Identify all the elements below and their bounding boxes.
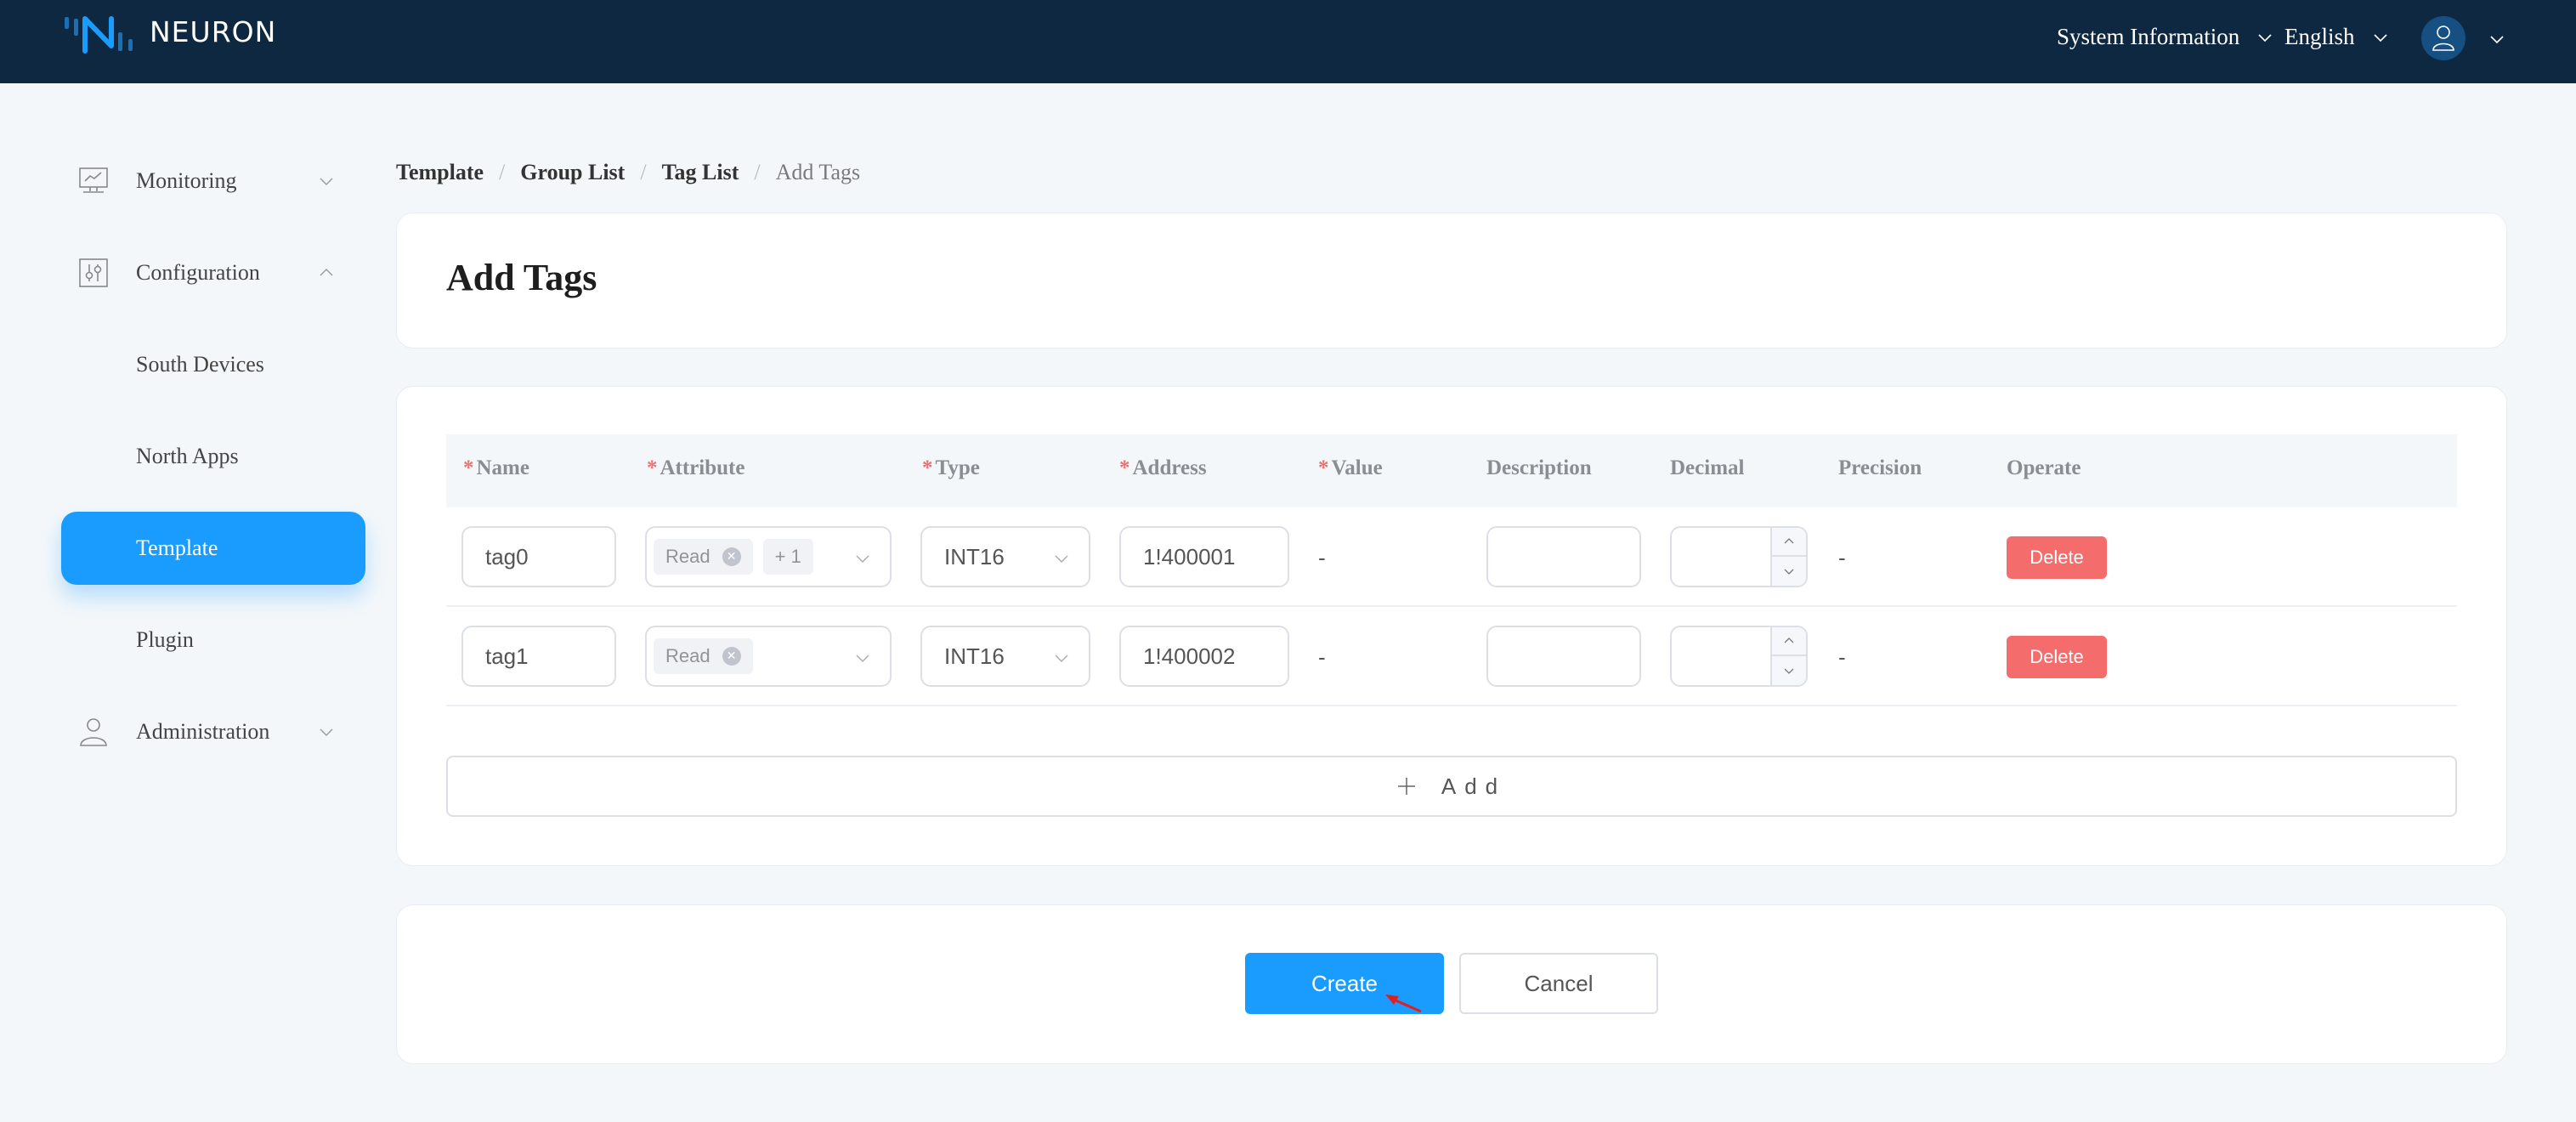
column-header-description: Description xyxy=(1486,456,1592,479)
value-cell: - xyxy=(1318,644,1326,670)
add-row-button[interactable]: Add xyxy=(446,756,2457,817)
description-input[interactable] xyxy=(1486,526,1641,587)
attribute-select[interactable]: Read ✕ + 1 xyxy=(645,526,892,587)
sidebar-item-south-devices[interactable]: South Devices xyxy=(61,328,365,401)
decimal-stepper[interactable] xyxy=(1670,626,1808,687)
language-menu[interactable]: English xyxy=(2284,24,2389,50)
decimal-stepper[interactable] xyxy=(1670,526,1808,587)
chevron-down-icon xyxy=(2373,33,2387,42)
sidebar-item-label: Configuration xyxy=(136,260,260,285)
chevron-down-icon xyxy=(856,555,869,563)
chevron-up-icon xyxy=(1784,538,1794,544)
chevron-down-icon xyxy=(2258,33,2272,42)
table-row: tag0 Read ✕ + 1 INT16 1!400001 - - Delete xyxy=(446,507,2457,607)
precision-cell: - xyxy=(1838,644,1846,670)
column-header-name: * Name xyxy=(463,456,529,479)
column-header-value: * Value xyxy=(1318,456,1383,479)
breadcrumb-separator: / xyxy=(499,160,506,184)
chevron-down-icon xyxy=(1784,569,1794,575)
column-header-attribute: * Attribute xyxy=(647,456,745,479)
sidebar-item-label: South Devices xyxy=(136,352,264,377)
breadcrumb-template[interactable]: Template xyxy=(396,160,484,185)
attribute-select[interactable]: Read ✕ xyxy=(645,626,892,687)
page-title-card: Add Tags xyxy=(396,212,2507,348)
column-header-decimal: Decimal xyxy=(1670,456,1745,479)
breadcrumb-separator: / xyxy=(754,160,761,184)
sliders-icon xyxy=(79,258,108,287)
name-input[interactable]: tag0 xyxy=(461,526,616,587)
chevron-down-icon xyxy=(1055,555,1068,563)
delete-row-button[interactable]: Delete xyxy=(2007,536,2107,579)
value-cell: - xyxy=(1318,545,1326,570)
neuron-logo-icon xyxy=(65,16,133,54)
increment-button[interactable] xyxy=(1772,627,1806,656)
remove-chip-icon[interactable]: ✕ xyxy=(722,547,741,566)
sidebar-item-label: Template xyxy=(136,536,218,560)
column-header-type: * Type xyxy=(922,456,980,479)
sidebar-item-administration[interactable]: Administration xyxy=(61,695,365,768)
user-icon xyxy=(80,718,107,746)
decrement-button[interactable] xyxy=(1772,557,1806,586)
attribute-chip: Read ✕ xyxy=(654,539,753,575)
create-button[interactable]: Create xyxy=(1245,953,1444,1014)
type-select[interactable]: INT16 xyxy=(920,626,1090,687)
system-information-label: System Information xyxy=(2057,24,2240,49)
sidebar-item-label: North Apps xyxy=(136,444,239,468)
breadcrumb-current: Add Tags xyxy=(775,160,861,184)
delete-row-button[interactable]: Delete xyxy=(2007,636,2107,678)
user-avatar[interactable] xyxy=(2421,16,2466,60)
monitor-chart-icon xyxy=(79,167,108,193)
sidebar-item-label: Administration xyxy=(136,719,270,744)
attribute-more-chip: + 1 xyxy=(762,539,813,575)
increment-button[interactable] xyxy=(1772,528,1806,557)
user-icon xyxy=(2432,26,2454,51)
chevron-up-icon xyxy=(320,269,333,276)
brand-name: NEURON xyxy=(150,15,277,48)
column-header-address: * Address xyxy=(1119,456,1207,479)
sidebar-item-label: Monitoring xyxy=(136,168,237,193)
sidebar-item-monitoring[interactable]: Monitoring xyxy=(61,144,365,218)
column-header-operate: Operate xyxy=(2007,456,2081,479)
page-title: Add Tags xyxy=(446,257,597,298)
column-header-precision: Precision xyxy=(1838,456,1922,479)
precision-cell: - xyxy=(1838,545,1846,570)
breadcrumb-separator: / xyxy=(640,160,647,184)
user-menu-chevron-icon[interactable] xyxy=(2488,31,2505,48)
sidebar-item-configuration[interactable]: Configuration xyxy=(61,236,365,309)
type-value: INT16 xyxy=(944,543,1005,570)
chevron-down-icon xyxy=(1055,654,1068,662)
address-input[interactable]: 1!400002 xyxy=(1119,626,1289,687)
sidebar-item-north-apps[interactable]: North Apps xyxy=(61,420,365,493)
chevron-down-icon xyxy=(856,654,869,662)
plus-icon xyxy=(1397,778,1415,795)
table-row: tag1 Read ✕ INT16 1!400002 - - Delete xyxy=(446,607,2457,706)
breadcrumb-group-list[interactable]: Group List xyxy=(520,160,625,185)
top-header: NEURON System Information English xyxy=(0,0,2576,83)
sidebar-item-label: Plugin xyxy=(136,627,194,652)
language-label: English xyxy=(2284,24,2355,49)
sidebar-item-plugin[interactable]: Plugin xyxy=(61,604,365,677)
sidebar-item-template[interactable]: Template xyxy=(61,512,365,585)
breadcrumb: Template / Group List / Tag List / Add T… xyxy=(396,160,860,185)
decrement-button[interactable] xyxy=(1772,656,1806,685)
name-input[interactable]: tag1 xyxy=(461,626,616,687)
system-information-menu[interactable]: System Information xyxy=(2057,24,2273,50)
tags-form-card: * Name * Attribute * Type * Address * Value D… xyxy=(396,386,2507,866)
table-header: * Name * Attribute * Type * Address * Value D… xyxy=(446,434,2457,507)
chevron-up-icon xyxy=(1784,638,1794,643)
attribute-chip: Read ✕ xyxy=(654,638,753,674)
address-input[interactable]: 1!400001 xyxy=(1119,526,1289,587)
form-actions-card: Create Cancel xyxy=(396,904,2507,1064)
chevron-down-icon xyxy=(1784,668,1794,674)
chevron-down-icon xyxy=(320,728,333,736)
add-row-label: Add xyxy=(1441,773,1507,799)
cancel-button[interactable]: Cancel xyxy=(1459,953,1658,1014)
breadcrumb-tag-list[interactable]: Tag List xyxy=(662,160,739,185)
chevron-down-icon xyxy=(320,178,333,185)
description-input[interactable] xyxy=(1486,626,1641,687)
type-select[interactable]: INT16 xyxy=(920,526,1090,587)
type-value: INT16 xyxy=(944,643,1005,669)
remove-chip-icon[interactable]: ✕ xyxy=(722,647,741,666)
